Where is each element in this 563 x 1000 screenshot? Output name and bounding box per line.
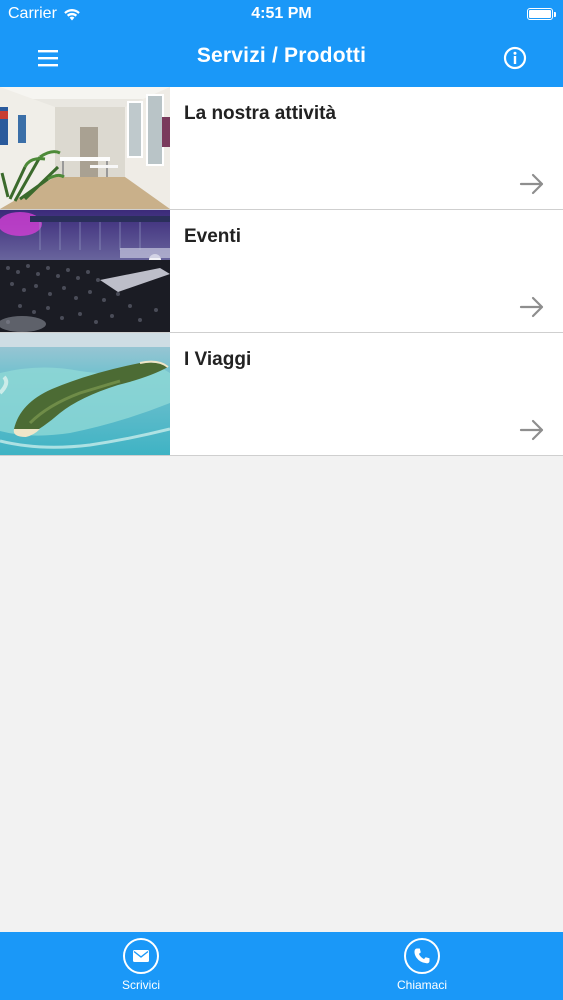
services-list: La nostra attività Eventi I Viaggi xyxy=(0,87,563,456)
office-interior-photo xyxy=(0,87,170,209)
envelope-icon xyxy=(123,938,159,974)
info-icon xyxy=(503,46,527,70)
arrow-right-icon xyxy=(519,419,544,441)
info-button[interactable] xyxy=(497,43,533,73)
list-item-i-viaggi[interactable]: I Viaggi xyxy=(0,333,563,456)
tab-bar: Scrivici Chiamaci xyxy=(0,932,563,1000)
tab-scrivici[interactable]: Scrivici xyxy=(81,938,201,992)
list-item-la-nostra-attivita[interactable]: La nostra attività xyxy=(0,87,563,210)
tab-label: Chiamaci xyxy=(396,978,447,992)
status-bar: Carrier 4:51 PM xyxy=(0,0,563,30)
tab-chiamaci[interactable]: Chiamaci xyxy=(362,938,482,992)
item-title: La nostra attività xyxy=(184,103,337,124)
arrow-right-icon xyxy=(519,296,544,318)
arrow-right-icon xyxy=(519,173,544,195)
navigation-bar: Servizi / Prodotti xyxy=(0,30,563,87)
concert-crowd-photo xyxy=(0,210,170,332)
tab-label: Scrivici xyxy=(122,978,160,992)
app-screen: Carrier 4:51 PM Servizi / Prodotti La no… xyxy=(0,0,563,1000)
battery-icon xyxy=(527,8,556,20)
phone-icon xyxy=(404,938,440,974)
tropical-island-photo xyxy=(0,333,170,455)
status-time: 4:51 PM xyxy=(251,5,312,22)
item-title: I Viaggi xyxy=(184,349,252,370)
list-item-eventi[interactable]: Eventi xyxy=(0,210,563,333)
item-title: Eventi xyxy=(184,226,242,247)
battery-level xyxy=(529,10,551,18)
page-title: Servizi / Prodotti xyxy=(196,44,367,67)
